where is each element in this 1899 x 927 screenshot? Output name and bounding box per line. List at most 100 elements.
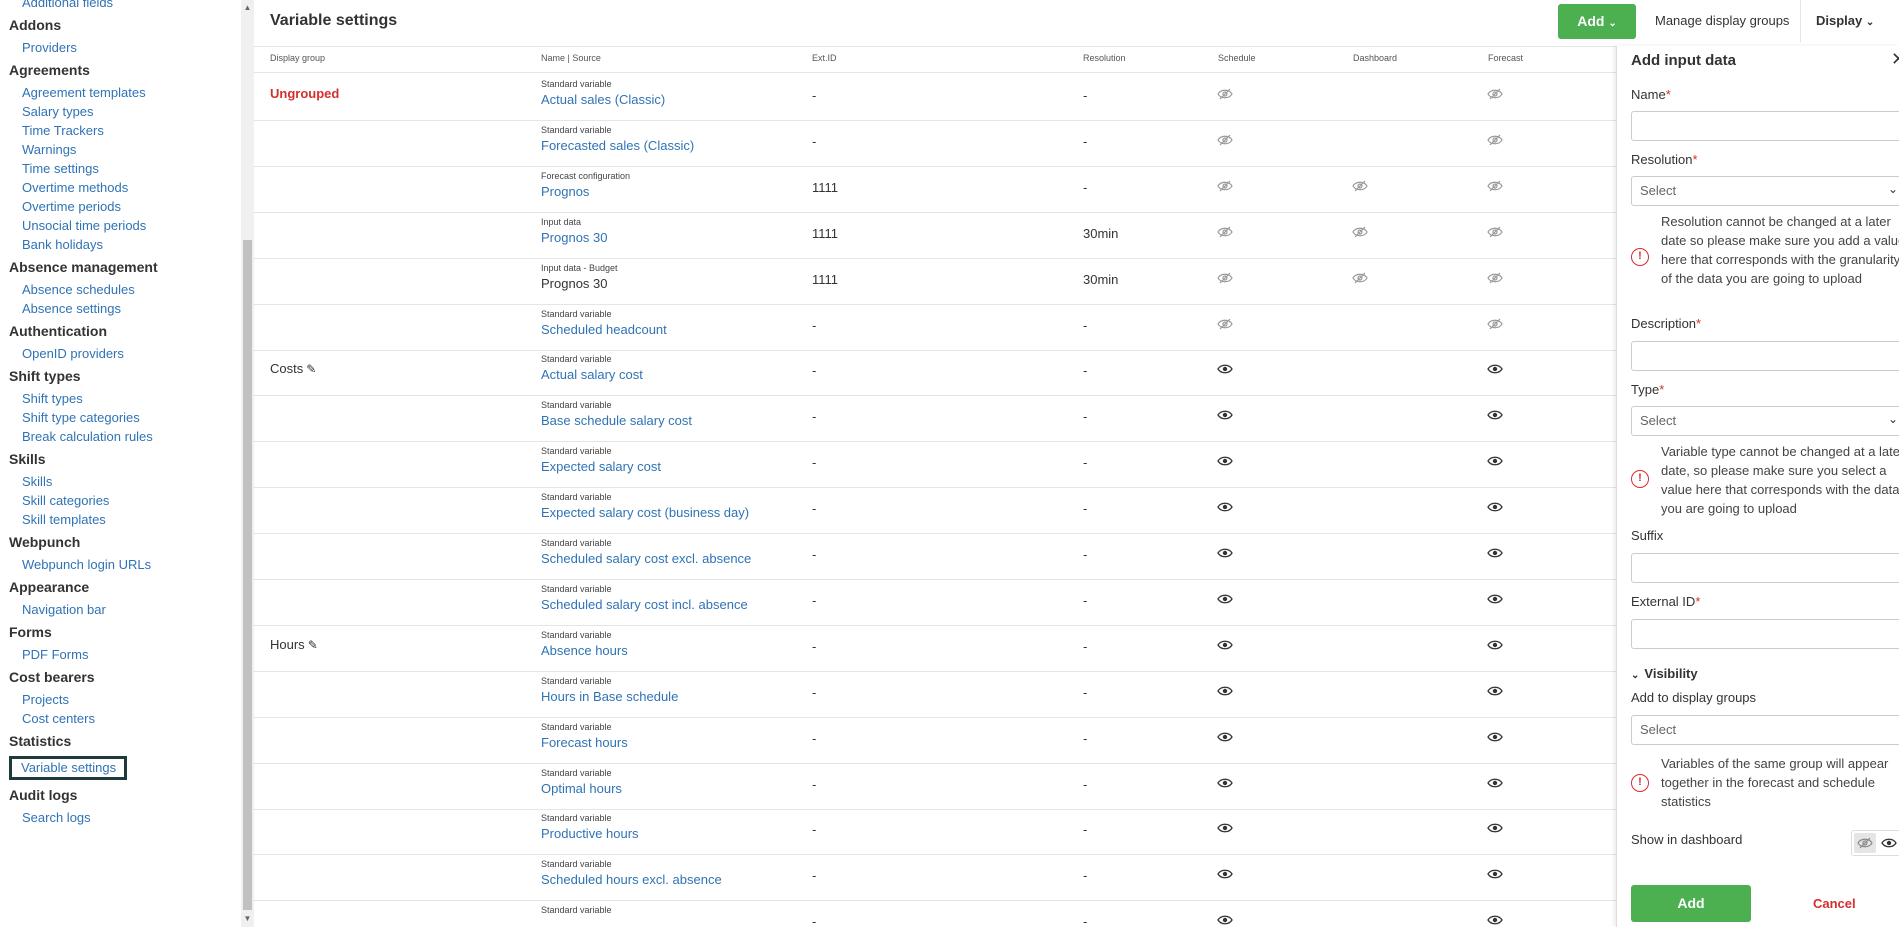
table-row[interactable]: Input data Prognos 30 1111 30min	[254, 212, 1666, 259]
sidebar-item-overtime-periods[interactable]: Overtime periods	[0, 197, 167, 216]
eye-slash-icon[interactable]	[1217, 180, 1233, 192]
add-button[interactable]: Add ⌄	[1558, 4, 1636, 39]
sidebar-item-pdf-forms[interactable]: PDF Forms	[0, 645, 167, 664]
eye-icon[interactable]	[1487, 363, 1503, 375]
sidebar-item-search-logs[interactable]: Search logs	[0, 808, 167, 827]
eye-icon[interactable]	[1217, 593, 1233, 605]
table-row[interactable]: Ungrouped Standard variable Actual sales (…	[254, 74, 1666, 121]
eye-icon[interactable]	[1487, 731, 1503, 743]
variable-name-link[interactable]: Prognos 30	[541, 230, 608, 245]
suffix-input[interactable]	[1631, 553, 1899, 583]
sidebar-item-cost-centers[interactable]: Cost centers	[0, 709, 167, 728]
close-icon[interactable]: ✕	[1891, 49, 1899, 70]
variable-name-link[interactable]: Forecasted sales (Classic)	[541, 138, 694, 153]
scrollbar-thumb[interactable]	[243, 240, 252, 910]
hidden-option[interactable]	[1854, 833, 1876, 853]
table-row[interactable]: Standard variable Forecasted sales (Class…	[254, 120, 1666, 167]
eye-icon[interactable]	[1487, 822, 1503, 834]
eye-slash-icon[interactable]	[1352, 272, 1368, 284]
eye-slash-icon[interactable]	[1352, 226, 1368, 238]
table-row[interactable]: Standard variable Expected salary cost (b…	[254, 487, 1666, 535]
variable-name-link[interactable]: Expected salary cost	[541, 459, 661, 474]
table-row[interactable]: Standard variable Scheduled hours excl. a…	[254, 854, 1666, 902]
sidebar-item-time-trackers[interactable]: Time Trackers	[0, 121, 167, 140]
variable-name-link[interactable]: Scheduled salary cost excl. absence	[541, 551, 751, 566]
show-in-dashboard-toggle[interactable]	[1851, 830, 1899, 856]
eye-icon[interactable]	[1487, 409, 1503, 421]
sidebar-item-providers[interactable]: Providers	[0, 38, 167, 57]
eye-slash-icon[interactable]	[1487, 226, 1503, 238]
sidebar-item-salary-types[interactable]: Salary types	[0, 102, 167, 121]
eye-icon[interactable]	[1217, 685, 1233, 697]
panel-add-button[interactable]: Add	[1631, 885, 1751, 922]
eye-icon[interactable]	[1487, 547, 1503, 559]
sidebar-item-overtime-methods[interactable]: Overtime methods	[0, 178, 167, 197]
table-row[interactable]: Standard variable Expected salary cost - -	[254, 441, 1666, 489]
sidebar-item-navigation-bar[interactable]: Navigation bar	[0, 600, 167, 619]
variable-name-link[interactable]: Prognos 30	[541, 276, 608, 291]
table-row[interactable]: Standard variable Optimal hours - -	[254, 763, 1666, 810]
variable-name-link[interactable]: Hours in Base schedule	[541, 689, 678, 704]
eye-icon[interactable]	[1217, 455, 1233, 467]
variable-name-link[interactable]: Scheduled salary cost incl. absence	[541, 597, 748, 612]
display-button[interactable]: Display ⌄	[1800, 0, 1889, 42]
sidebar-item-time-settings[interactable]: Time settings	[0, 159, 167, 178]
eye-icon[interactable]	[1487, 455, 1503, 467]
display-groups-select[interactable]: Select	[1631, 715, 1899, 745]
sidebar-item-bank-holidays[interactable]: Bank holidays	[0, 235, 167, 254]
table-row[interactable]: Standard variable Hours in Base schedule -…	[254, 671, 1666, 718]
variable-name-link[interactable]: Expected salary cost (business day)	[541, 505, 749, 520]
eye-slash-icon[interactable]	[1352, 180, 1368, 192]
sidebar-item-variable-settings[interactable]: Variable settings	[9, 756, 128, 780]
table-row[interactable]: Standard variable Productive hours - -	[254, 808, 1666, 856]
eye-icon[interactable]	[1217, 822, 1233, 834]
eye-slash-icon[interactable]	[1217, 134, 1233, 146]
sidebar-item-absence-schedules[interactable]: Absence schedules	[0, 280, 167, 299]
manage-display-groups-button[interactable]: Manage display groups	[1643, 0, 1801, 42]
scroll-up-arrow-icon[interactable]: ▲	[241, 2, 254, 14]
sidebar-item-warnings[interactable]: Warnings	[0, 140, 167, 159]
variable-name-link[interactable]: Prognos	[541, 184, 589, 199]
table-row[interactable]: Costs ✎ Standard variable Actual salary cos…	[254, 349, 1666, 397]
scroll-down-arrow-icon[interactable]: ▼	[241, 913, 254, 925]
table-row[interactable]: Standard variable - -	[254, 900, 1666, 927]
name-input[interactable]	[1631, 111, 1899, 141]
variable-name-link[interactable]: Absence hours	[541, 643, 628, 658]
table-row[interactable]: Forecast configuration Prognos 1111 -	[254, 166, 1666, 213]
variable-name-link[interactable]: Base schedule salary cost	[541, 413, 692, 428]
eye-slash-icon[interactable]	[1487, 318, 1503, 330]
eye-icon[interactable]	[1487, 685, 1503, 697]
sidebar-item-skill-categories[interactable]: Skill categories	[0, 491, 167, 510]
sidebar-item-shift-types[interactable]: Shift types	[0, 389, 167, 408]
eye-slash-icon[interactable]	[1487, 272, 1503, 284]
sidebar-item-absence-settings[interactable]: Absence settings	[0, 299, 167, 318]
eye-icon[interactable]	[1217, 547, 1233, 559]
eye-slash-icon[interactable]	[1217, 88, 1233, 100]
table-row[interactable]: Standard variable Scheduled salary cost i…	[254, 579, 1666, 626]
sidebar-item-unsocial-time-periods[interactable]: Unsocial time periods	[0, 216, 167, 235]
sidebar-item-openid-providers[interactable]: OpenID providers	[0, 344, 167, 363]
table-row[interactable]: Standard variable Scheduled headcount - -	[254, 304, 1666, 351]
eye-icon[interactable]	[1217, 501, 1233, 513]
eye-icon[interactable]	[1487, 914, 1503, 926]
panel-cancel-button[interactable]: Cancel	[1813, 896, 1856, 911]
visibility-toggle[interactable]: ⌄ Visibility	[1631, 666, 1698, 681]
eye-icon[interactable]	[1487, 777, 1503, 789]
eye-icon[interactable]	[1217, 777, 1233, 789]
pencil-icon[interactable]: ✎	[308, 638, 318, 652]
sidebar-item-additional-fields[interactable]: Additional fields	[0, 0, 167, 12]
visible-option[interactable]	[1878, 833, 1898, 853]
eye-slash-icon[interactable]	[1217, 318, 1233, 330]
sidebar-item-skill-templates[interactable]: Skill templates	[0, 510, 167, 529]
eye-slash-icon[interactable]	[1217, 272, 1233, 284]
eye-icon[interactable]	[1217, 868, 1233, 880]
sidebar-item-webpunch-login-urls[interactable]: Webpunch login URLs	[0, 555, 167, 574]
variable-name-link[interactable]: Forecast hours	[541, 735, 628, 750]
eye-slash-icon[interactable]	[1487, 88, 1503, 100]
description-input[interactable]	[1631, 341, 1899, 371]
variable-name-link[interactable]: Productive hours	[541, 826, 639, 841]
eye-icon[interactable]	[1487, 868, 1503, 880]
external-id-input[interactable]	[1631, 619, 1899, 649]
sidebar-item-projects[interactable]: Projects	[0, 690, 167, 709]
eye-slash-icon[interactable]	[1487, 134, 1503, 146]
